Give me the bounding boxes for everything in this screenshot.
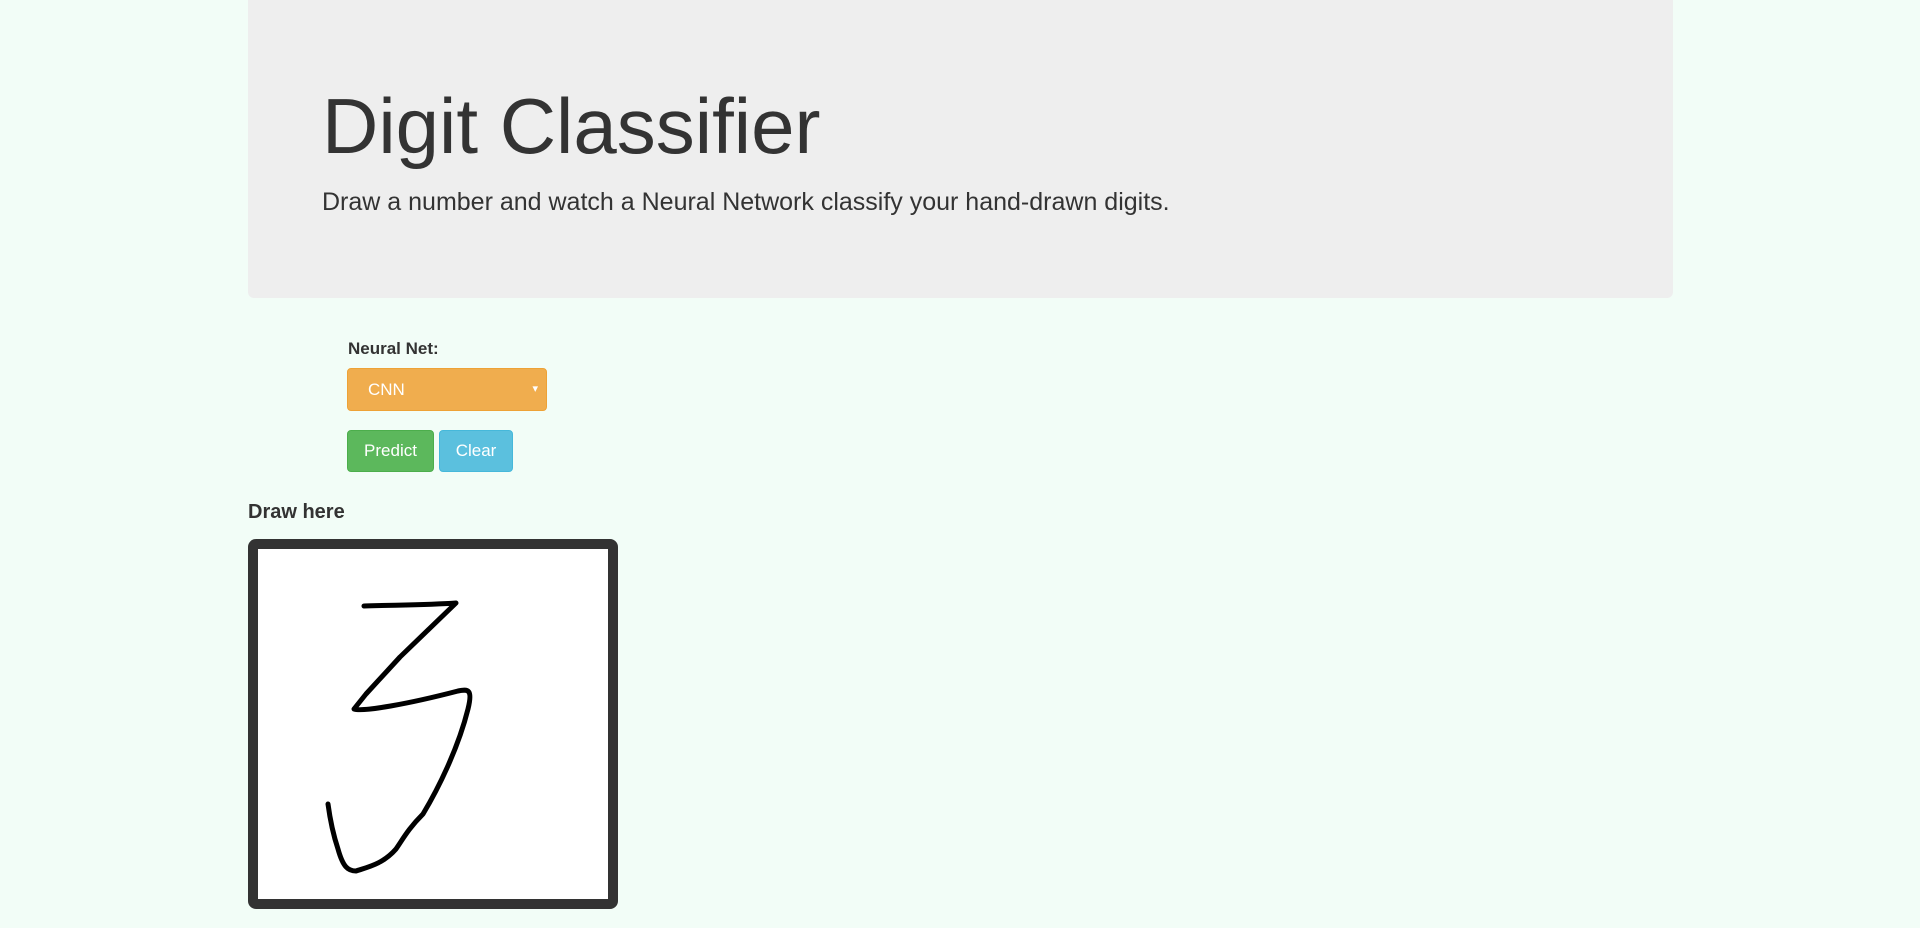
hand-drawn-stroke <box>325 600 473 874</box>
draw-here-label: Draw here <box>248 501 345 523</box>
header-jumbotron: Digit Classifier Draw a number and watch… <box>248 0 1673 298</box>
chevron-down-icon: ▾ <box>532 383 538 395</box>
page-title: Digit Classifier <box>322 82 821 170</box>
neural-net-select[interactable]: CNN ▾ <box>347 368 547 411</box>
neural-net-label: Neural Net: <box>348 339 439 358</box>
page-subtitle: Draw a number and watch a Neural Network… <box>322 188 1170 216</box>
drawing-canvas[interactable] <box>248 539 618 909</box>
predict-button[interactable]: Predict <box>347 430 434 472</box>
clear-button[interactable]: Clear <box>439 430 513 472</box>
drawing-surface[interactable] <box>258 549 608 899</box>
neural-net-selected-value: CNN <box>368 380 405 399</box>
